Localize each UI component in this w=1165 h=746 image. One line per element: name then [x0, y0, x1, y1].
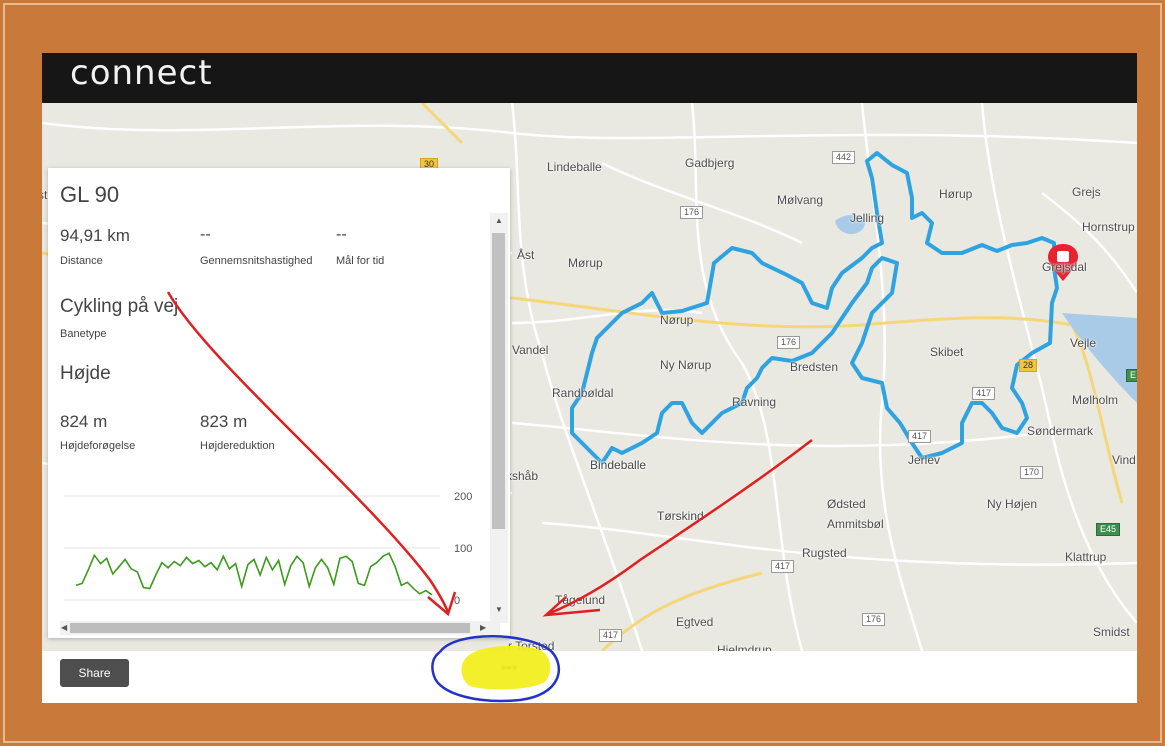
scroll-left-arrow-icon[interactable]: ◀: [61, 623, 67, 632]
map-place-label: Mølvang: [777, 193, 824, 207]
road-number-badge: E: [1126, 369, 1137, 382]
map-place-label: Åst: [517, 248, 535, 262]
more-options-button[interactable]: •••: [466, 651, 552, 687]
map-place-label: r Torsted: [508, 639, 555, 651]
map-place-label: Vind: [1112, 453, 1136, 467]
scroll-right-arrow-icon[interactable]: ▶: [480, 623, 486, 632]
map-place-label: Tørskind: [657, 509, 704, 523]
descent-value: 823 m: [200, 412, 248, 431]
top-navigation-bar: connect: [42, 53, 1137, 103]
connect-logo[interactable]: connect: [70, 53, 213, 93]
road-number-badge: 176: [862, 613, 886, 626]
elevation-chart[interactable]: 200 100 0: [60, 484, 485, 616]
map-place-label: Hørup: [939, 187, 973, 201]
road-number-badge: 417: [972, 387, 996, 400]
map-place-label: Ny Nørup: [660, 358, 712, 372]
map-place-label: Bindeballe: [590, 458, 647, 472]
road-number-badge: 176: [680, 206, 704, 219]
road-number-badge: 442: [832, 151, 856, 164]
map-place-label: Jelling: [850, 211, 885, 225]
scroll-down-arrow-icon[interactable]: ▼: [495, 605, 503, 614]
road-number-badge: E45: [1096, 523, 1121, 536]
elevation-heading: Højde: [60, 363, 111, 384]
map-place-label: Hornstrup: [1082, 220, 1135, 234]
course-type-label: Banetype: [60, 328, 107, 340]
ascent-label: Højdeforøgelse: [60, 440, 136, 452]
map-place-label: Vandel: [512, 343, 549, 357]
bottom-action-bar: [42, 651, 1137, 703]
route-details-panel: GL 90 94,91 km Distance -- Gennemsnitsha…: [48, 168, 510, 638]
map-place-label: Smidst: [1093, 625, 1130, 639]
y-tick-label: 0: [454, 595, 460, 607]
map-place-label: kshåb: [506, 469, 539, 483]
avg-speed-label: Gennemsnitshastighed: [200, 255, 313, 267]
y-tick-label: 200: [454, 491, 472, 503]
map-place-label: Ny Højen: [987, 497, 1038, 511]
panel-vertical-scroll-thumb[interactable]: [492, 233, 505, 529]
goal-time-value: --: [336, 226, 347, 243]
map-place-label: Tågelund: [555, 593, 606, 607]
map-place-label: Hjelmdrup: [717, 643, 772, 651]
distance-label: Distance: [60, 255, 103, 267]
map-place-label: Jerlev: [908, 453, 941, 467]
road-number-badge: 170: [1020, 466, 1044, 479]
avg-speed-value: --: [200, 226, 211, 243]
scroll-up-arrow-icon[interactable]: ▲: [495, 216, 503, 225]
road-number-badge: 417: [908, 430, 932, 443]
map-place-label: Randbøldal: [552, 386, 614, 400]
map-place-label: Egtved: [676, 615, 714, 629]
distance-value: 94,91 km: [60, 226, 130, 245]
road-number-badge: 417: [771, 560, 795, 573]
map-place-label: Ødsted: [827, 497, 866, 511]
map-place-label: Søndermark: [1027, 424, 1094, 438]
map-place-label: Ammitsbøl: [827, 517, 884, 531]
map-place-label: Rugsted: [802, 546, 847, 560]
route-title: GL 90: [60, 182, 120, 207]
map-place-label: Gadbjerg: [685, 156, 735, 170]
road-number-badge: 417: [599, 629, 623, 642]
goal-time-label: Mål for tid: [336, 255, 385, 267]
map-place-label: Grejs: [1072, 185, 1101, 199]
y-tick-label: 100: [454, 543, 472, 555]
panel-horizontal-scroll-thumb[interactable]: [70, 623, 470, 633]
map-place-label: Mølholm: [1072, 393, 1119, 407]
map-place-label: Mørup: [568, 256, 603, 270]
map-place-label: Grejsdal: [1042, 260, 1087, 274]
map-place-label: Bredsten: [790, 360, 839, 374]
map-place-label: Ravning: [732, 395, 777, 409]
map-place-label: Vejle: [1070, 336, 1097, 350]
descent-label: Højdereduktion: [200, 440, 275, 452]
app-window: connect Lindeballe Gadbjerg Mølvang Høru…: [42, 53, 1137, 703]
road-number-badge: 28: [1019, 359, 1038, 372]
map-place-label: Klattrup: [1065, 550, 1107, 564]
elevation-line: [75, 552, 433, 596]
share-button[interactable]: Share: [60, 659, 129, 687]
map-place-label: Skibet: [930, 345, 964, 359]
map-place-label: Nørup: [660, 313, 694, 327]
road-number-badge: 176: [777, 336, 801, 349]
course-type-value: Cykling på vej: [60, 296, 179, 317]
map-place-label: Lindeballe: [547, 160, 602, 174]
ascent-value: 824 m: [60, 412, 108, 431]
